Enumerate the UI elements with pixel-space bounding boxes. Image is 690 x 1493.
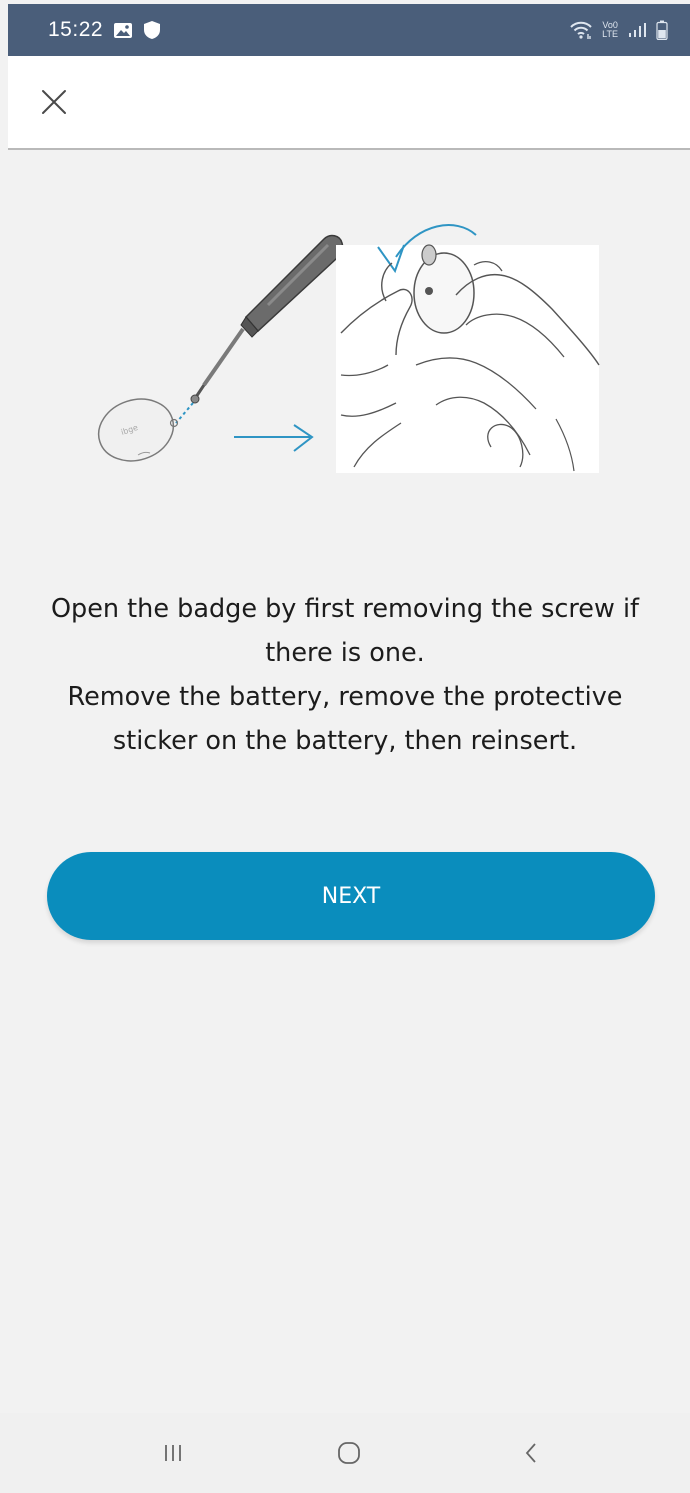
volte-lte-icon: Vo0 LTE <box>602 21 618 39</box>
badge-battery-illustration: ibge <box>96 205 606 480</box>
screwdriver-icon <box>175 234 344 424</box>
wifi-icon <box>569 20 593 40</box>
recent-apps-button[interactable] <box>153 1435 193 1475</box>
lte-bottom-text: LTE <box>602 29 618 39</box>
gallery-icon <box>113 22 133 39</box>
status-left: 15:22 <box>48 18 161 42</box>
hands-icon <box>336 224 600 473</box>
status-right: Vo0 LTE <box>569 20 668 40</box>
close-button[interactable] <box>34 84 74 124</box>
navigation-bar <box>0 1413 690 1493</box>
signal-icon <box>627 22 647 38</box>
battery-icon <box>656 20 668 40</box>
close-icon <box>40 88 68 120</box>
back-icon <box>522 1441 540 1469</box>
badge-icon: ibge <box>97 398 179 462</box>
status-bar: 15:22 Vo0 LTE <box>8 4 690 56</box>
shield-icon <box>143 20 161 40</box>
status-time: 15:22 <box>48 18 104 41</box>
recent-apps-icon <box>162 1442 184 1468</box>
instruction-line-1: Open the badge by first removing the scr… <box>50 594 640 668</box>
back-button[interactable] <box>511 1435 551 1475</box>
home-icon <box>336 1440 362 1470</box>
instructions-text: Open the badge by first removing the scr… <box>30 587 660 763</box>
home-button[interactable] <box>329 1435 369 1475</box>
app-bar <box>8 56 690 150</box>
instruction-line-2: Remove the battery, remove the protectiv… <box>67 682 623 756</box>
arrow-right-icon <box>234 424 314 452</box>
next-button[interactable]: NEXT <box>47 852 655 940</box>
